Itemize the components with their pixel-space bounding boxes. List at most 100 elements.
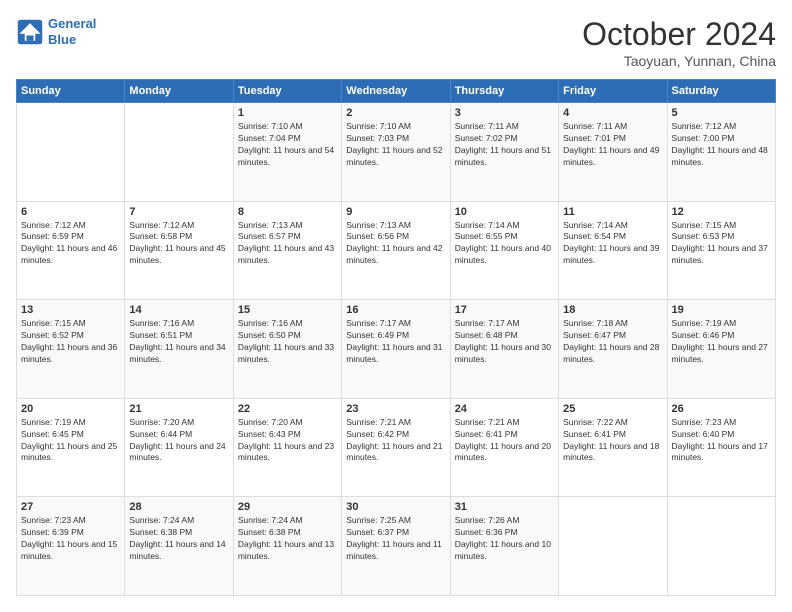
header: General Blue October 2024 Taoyuan, Yunna… xyxy=(16,16,776,69)
location: Taoyuan, Yunnan, China xyxy=(582,53,776,69)
day-number: 13 xyxy=(21,304,120,316)
day-number: 26 xyxy=(672,403,771,415)
day-info: Sunrise: 7:16 AMSunset: 6:51 PMDaylight:… xyxy=(129,318,228,366)
logo-icon xyxy=(16,18,44,46)
calendar-week-row: 6 Sunrise: 7:12 AMSunset: 6:59 PMDaylight… xyxy=(17,201,776,300)
calendar-cell: 11 Sunrise: 7:14 AMSunset: 6:54 PMDayligh… xyxy=(559,201,667,300)
calendar-cell: 13 Sunrise: 7:15 AMSunset: 6:52 PMDayligh… xyxy=(17,300,125,399)
day-info: Sunrise: 7:12 AMSunset: 6:59 PMDaylight:… xyxy=(21,220,120,268)
calendar-cell: 9Sunrise: 7:13 AMSunset: 6:56 PMDaylight… xyxy=(342,201,450,300)
day-number: 24 xyxy=(455,403,554,415)
day-info: Sunrise: 7:23 AMSunset: 6:39 PMDaylight:… xyxy=(21,515,120,563)
day-number: 19 xyxy=(672,304,771,316)
day-number: 16 xyxy=(346,304,445,316)
weekday-header-row: SundayMondayTuesdayWednesdayThursdayFrid… xyxy=(17,80,776,103)
day-info: Sunrise: 7:22 AMSunset: 6:41 PMDaylight:… xyxy=(563,417,662,465)
day-number: 7 xyxy=(129,206,228,218)
calendar-cell: 15Sunrise: 7:16 AMSunset: 6:50 PMDayligh… xyxy=(233,300,341,399)
calendar-cell: 12Sunrise: 7:15 AMSunset: 6:53 PMDayligh… xyxy=(667,201,775,300)
day-info: Sunrise: 7:14 AMSunset: 6:54 PMDaylight:… xyxy=(563,220,662,268)
weekday-header: Friday xyxy=(559,80,667,103)
day-info: Sunrise: 7:18 AMSunset: 6:47 PMDaylight:… xyxy=(563,318,662,366)
day-number: 30 xyxy=(346,501,445,513)
day-info: Sunrise: 7:12 AMSunset: 7:00 PMDaylight:… xyxy=(672,121,771,169)
day-number: 21 xyxy=(129,403,228,415)
day-number: 31 xyxy=(455,501,554,513)
calendar-cell: 26Sunrise: 7:23 AMSunset: 6:40 PMDayligh… xyxy=(667,398,775,497)
day-info: Sunrise: 7:10 AMSunset: 7:04 PMDaylight:… xyxy=(238,121,337,169)
calendar-cell xyxy=(559,497,667,596)
day-number: 18 xyxy=(563,304,662,316)
calendar-cell: 28 Sunrise: 7:24 AMSunset: 6:38 PMDayligh… xyxy=(125,497,233,596)
day-number: 20 xyxy=(21,403,120,415)
day-info: Sunrise: 7:20 AMSunset: 6:43 PMDaylight:… xyxy=(238,417,337,465)
calendar-cell: 7 Sunrise: 7:12 AMSunset: 6:58 PMDaylight… xyxy=(125,201,233,300)
day-number: 3 xyxy=(455,107,554,119)
calendar-cell: 4 Sunrise: 7:11 AMSunset: 7:01 PMDaylight… xyxy=(559,103,667,202)
weekday-header: Sunday xyxy=(17,80,125,103)
calendar-cell: 23Sunrise: 7:21 AMSunset: 6:42 PMDayligh… xyxy=(342,398,450,497)
day-number: 29 xyxy=(238,501,337,513)
day-info: Sunrise: 7:13 AMSunset: 6:56 PMDaylight:… xyxy=(346,220,445,268)
weekday-header: Monday xyxy=(125,80,233,103)
day-number: 11 xyxy=(563,206,662,218)
calendar-cell: 19 Sunrise: 7:19 AMSunset: 6:46 PMDayligh… xyxy=(667,300,775,399)
page: General Blue October 2024 Taoyuan, Yunna… xyxy=(0,0,792,612)
calendar-cell: 16 Sunrise: 7:17 AMSunset: 6:49 PMDayligh… xyxy=(342,300,450,399)
calendar-week-row: 20Sunrise: 7:19 AMSunset: 6:45 PMDayligh… xyxy=(17,398,776,497)
day-number: 2 xyxy=(346,107,445,119)
day-info: Sunrise: 7:15 AMSunset: 6:52 PMDaylight:… xyxy=(21,318,120,366)
calendar-cell: 17Sunrise: 7:17 AMSunset: 6:48 PMDayligh… xyxy=(450,300,558,399)
logo: General Blue xyxy=(16,16,96,47)
day-number: 4 xyxy=(563,107,662,119)
day-info: Sunrise: 7:24 AMSunset: 6:38 PMDaylight:… xyxy=(238,515,337,563)
calendar-cell xyxy=(125,103,233,202)
calendar-week-row: 13 Sunrise: 7:15 AMSunset: 6:52 PMDayligh… xyxy=(17,300,776,399)
weekday-header: Wednesday xyxy=(342,80,450,103)
day-info: Sunrise: 7:17 AMSunset: 6:49 PMDaylight:… xyxy=(346,318,445,366)
calendar-cell: 8 Sunrise: 7:13 AMSunset: 6:57 PMDaylight… xyxy=(233,201,341,300)
logo-line2: Blue xyxy=(48,32,76,47)
day-info: Sunrise: 7:12 AMSunset: 6:58 PMDaylight:… xyxy=(129,220,228,268)
calendar-cell: 24 Sunrise: 7:21 AMSunset: 6:41 PMDayligh… xyxy=(450,398,558,497)
day-number: 1 xyxy=(238,107,337,119)
calendar-cell: 1 Sunrise: 7:10 AMSunset: 7:04 PMDaylight… xyxy=(233,103,341,202)
calendar-week-row: 1 Sunrise: 7:10 AMSunset: 7:04 PMDaylight… xyxy=(17,103,776,202)
calendar-cell: 2 Sunrise: 7:10 AMSunset: 7:03 PMDaylight… xyxy=(342,103,450,202)
month-title: October 2024 xyxy=(582,16,776,53)
day-info: Sunrise: 7:13 AMSunset: 6:57 PMDaylight:… xyxy=(238,220,337,268)
logo-line1: General xyxy=(48,16,96,31)
day-info: Sunrise: 7:14 AMSunset: 6:55 PMDaylight:… xyxy=(455,220,554,268)
day-info: Sunrise: 7:25 AMSunset: 6:37 PMDaylight:… xyxy=(346,515,445,563)
day-info: Sunrise: 7:24 AMSunset: 6:38 PMDaylight:… xyxy=(129,515,228,563)
day-info: Sunrise: 7:20 AMSunset: 6:44 PMDaylight:… xyxy=(129,417,228,465)
day-info: Sunrise: 7:17 AMSunset: 6:48 PMDaylight:… xyxy=(455,318,554,366)
day-info: Sunrise: 7:26 AMSunset: 6:36 PMDaylight:… xyxy=(455,515,554,563)
day-number: 22 xyxy=(238,403,337,415)
day-number: 14 xyxy=(129,304,228,316)
weekday-header: Tuesday xyxy=(233,80,341,103)
calendar-cell: 6 Sunrise: 7:12 AMSunset: 6:59 PMDaylight… xyxy=(17,201,125,300)
calendar-cell: 21 Sunrise: 7:20 AMSunset: 6:44 PMDayligh… xyxy=(125,398,233,497)
day-info: Sunrise: 7:19 AMSunset: 6:46 PMDaylight:… xyxy=(672,318,771,366)
day-number: 6 xyxy=(21,206,120,218)
day-info: Sunrise: 7:11 AMSunset: 7:02 PMDaylight:… xyxy=(455,121,554,169)
calendar-cell: 29 Sunrise: 7:24 AMSunset: 6:38 PMDayligh… xyxy=(233,497,341,596)
day-info: Sunrise: 7:16 AMSunset: 6:50 PMDaylight:… xyxy=(238,318,337,366)
day-number: 8 xyxy=(238,206,337,218)
day-info: Sunrise: 7:10 AMSunset: 7:03 PMDaylight:… xyxy=(346,121,445,169)
calendar-cell: 20Sunrise: 7:19 AMSunset: 6:45 PMDayligh… xyxy=(17,398,125,497)
day-info: Sunrise: 7:11 AMSunset: 7:01 PMDaylight:… xyxy=(563,121,662,169)
calendar-cell: 10 Sunrise: 7:14 AMSunset: 6:55 PMDayligh… xyxy=(450,201,558,300)
day-number: 28 xyxy=(129,501,228,513)
calendar-table: SundayMondayTuesdayWednesdayThursdayFrid… xyxy=(16,79,776,596)
day-number: 25 xyxy=(563,403,662,415)
calendar-cell: 14 Sunrise: 7:16 AMSunset: 6:51 PMDayligh… xyxy=(125,300,233,399)
calendar-cell: 30 Sunrise: 7:25 AMSunset: 6:37 PMDayligh… xyxy=(342,497,450,596)
calendar-cell xyxy=(17,103,125,202)
calendar-cell: 3 Sunrise: 7:11 AMSunset: 7:02 PMDaylight… xyxy=(450,103,558,202)
day-number: 10 xyxy=(455,206,554,218)
day-info: Sunrise: 7:21 AMSunset: 6:41 PMDaylight:… xyxy=(455,417,554,465)
logo-text: General Blue xyxy=(48,16,96,47)
calendar-week-row: 27Sunrise: 7:23 AMSunset: 6:39 PMDayligh… xyxy=(17,497,776,596)
